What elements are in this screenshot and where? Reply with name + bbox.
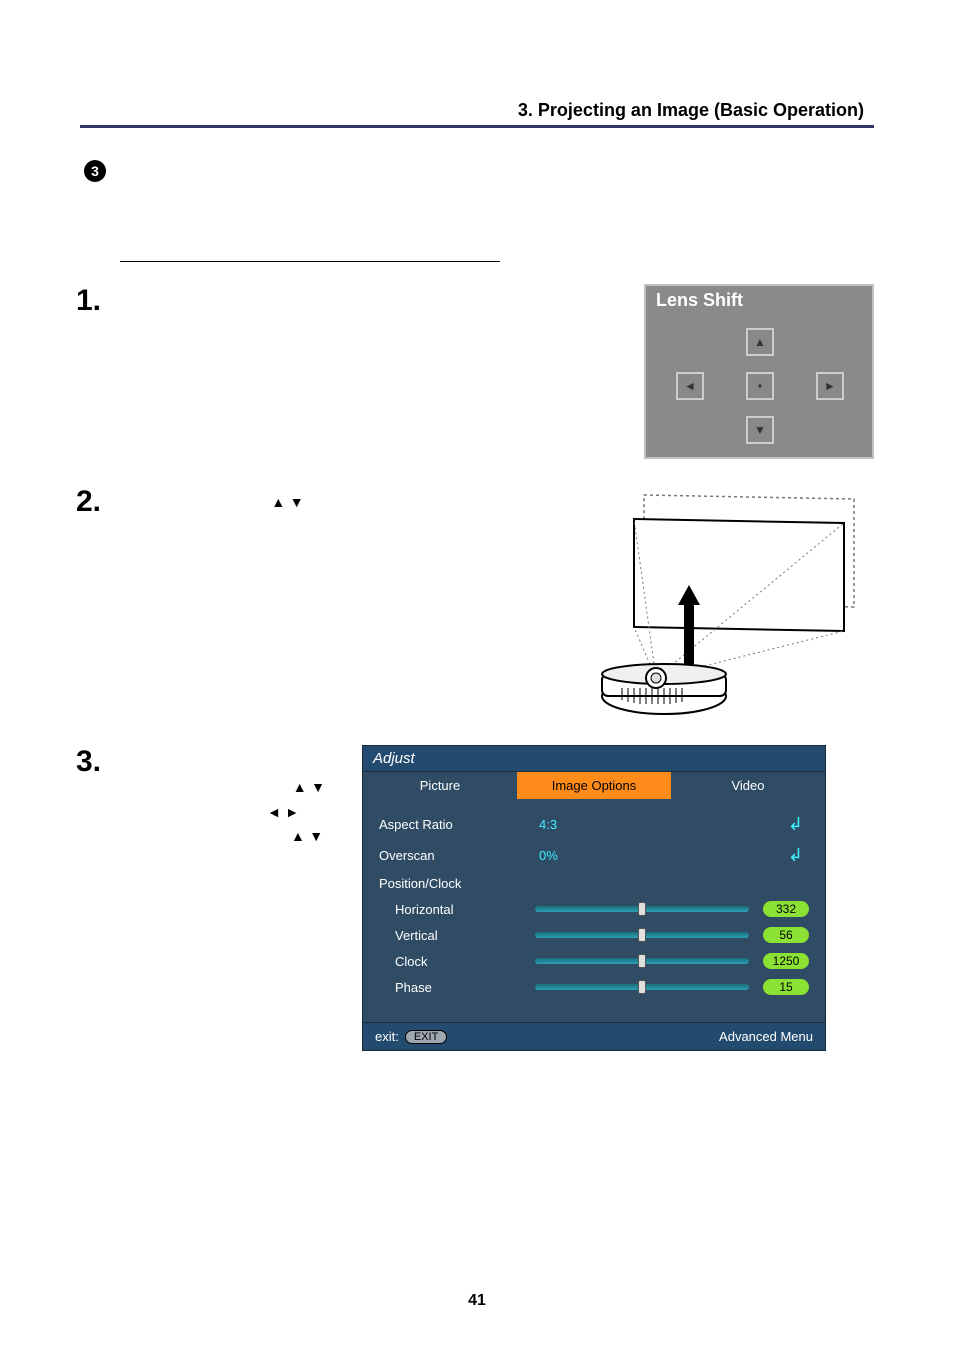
menu-item-horizontal[interactable]: Horizontal 332 <box>375 896 813 922</box>
adjust-menu: Adjust Picture Image Options Video Aspec… <box>362 745 826 1051</box>
horizontal-value: 332 <box>763 901 809 917</box>
position-clock-label: Position/Clock <box>379 876 539 891</box>
tab-picture[interactable]: Picture <box>363 772 517 799</box>
step-3-text-b: and the incremental <box>122 804 267 821</box>
arrow-up-icon: ▲ <box>271 494 285 510</box>
clock-slider[interactable] <box>535 958 749 964</box>
lens-shift-right-button[interactable]: ► <box>816 372 844 400</box>
enter-icon: ↲ <box>788 814 809 835</box>
overscan-value: 0% <box>539 848 629 863</box>
step-3-text-d: ) to modify the Vertical value in the Im… <box>122 828 351 944</box>
menu-item-aspect-ratio[interactable]: Aspect Ratio 4:3 ↲ <box>375 809 813 840</box>
phase-value: 15 <box>763 979 809 995</box>
arrow-down-icon: ▼ <box>290 494 304 510</box>
adjust-menu-header: Adjust <box>363 746 825 772</box>
section-intro: The Lens Shift feature can be used to ad… <box>92 196 874 214</box>
section-bullet-icon: 3 <box>84 160 106 182</box>
exit-button[interactable]: EXIT <box>405 1030 447 1044</box>
step-2-number: 2. <box>76 485 122 519</box>
lens-shift-up-button[interactable]: ▲ <box>746 328 774 356</box>
overscan-label: Overscan <box>379 848 539 863</box>
section-title: Adjusting the Picture Position Using Len… <box>116 158 610 184</box>
menu-item-overscan[interactable]: Overscan 0% ↲ <box>375 840 813 871</box>
clock-value: 1250 <box>763 953 809 969</box>
clock-label: Clock <box>395 954 535 969</box>
arrow-up-icon: ▲ <box>291 828 305 844</box>
lens-shift-dialog: Lens Shift ▲ ◄ • ► ▼ <box>644 284 874 459</box>
step-3-text-a: To alter the picture's vertical position… <box>122 754 320 796</box>
step-3-text: To alter the picture's vertical position… <box>122 745 362 949</box>
projector-diagram <box>574 485 874 715</box>
vertical-slider[interactable] <box>535 932 749 938</box>
menu-item-vertical[interactable]: Vertical 56 <box>375 922 813 948</box>
lens-shift-down-button[interactable]: ▼ <box>746 416 774 444</box>
vertical-label: Vertical <box>395 928 535 943</box>
tab-video[interactable]: Video <box>671 772 825 799</box>
sub-heading: Adjusting the Vertical Picture Position <box>120 238 874 258</box>
menu-item-clock[interactable]: Clock 1250 <box>375 948 813 974</box>
arrow-down-icon: ▼ <box>309 828 323 844</box>
arrow-left-icon: ◄ <box>267 804 281 820</box>
arrow-down-icon: ▼ <box>311 779 325 795</box>
arrow-up-icon: ▲ <box>293 779 307 795</box>
chapter-rule <box>80 125 874 128</box>
menu-item-phase[interactable]: Phase 15 <box>375 974 813 1000</box>
menu-item-position-clock: Position/Clock <box>375 871 813 896</box>
lens-shift-left-button[interactable]: ◄ <box>676 372 704 400</box>
aspect-ratio-value: 4:3 <box>539 817 629 832</box>
aspect-ratio-label: Aspect Ratio <box>379 817 539 832</box>
step-3-text-c: buttons (remote control <box>122 828 291 845</box>
lens-shift-title: Lens Shift <box>656 290 743 311</box>
page-number: 41 <box>0 1292 954 1310</box>
horizontal-label: Horizontal <box>395 902 535 917</box>
phase-slider[interactable] <box>535 984 749 990</box>
step-2-text: Press the directional ▲ ▼ key to shift t… <box>122 485 574 541</box>
chapter-title: 3. Projecting an Image (Basic Operation) <box>80 100 874 121</box>
horizontal-slider[interactable] <box>535 906 749 912</box>
step-3-number: 3. <box>76 745 122 779</box>
step-1-text: Press the LENS SHIFT button on the contr… <box>122 284 644 340</box>
arrow-right-icon: ► <box>285 804 299 820</box>
advanced-menu-label[interactable]: Advanced Menu <box>719 1029 813 1044</box>
step-1-number: 1. <box>76 284 122 318</box>
vertical-value: 56 <box>763 927 809 943</box>
sub-heading-rule <box>120 261 500 262</box>
tab-image-options[interactable]: Image Options <box>517 772 671 799</box>
enter-icon: ↲ <box>788 845 809 866</box>
exit-label: exit: <box>375 1029 399 1044</box>
step-2-text-a: Press the directional <box>122 494 271 511</box>
phase-label: Phase <box>395 980 535 995</box>
lens-shift-center-button[interactable]: • <box>746 372 774 400</box>
